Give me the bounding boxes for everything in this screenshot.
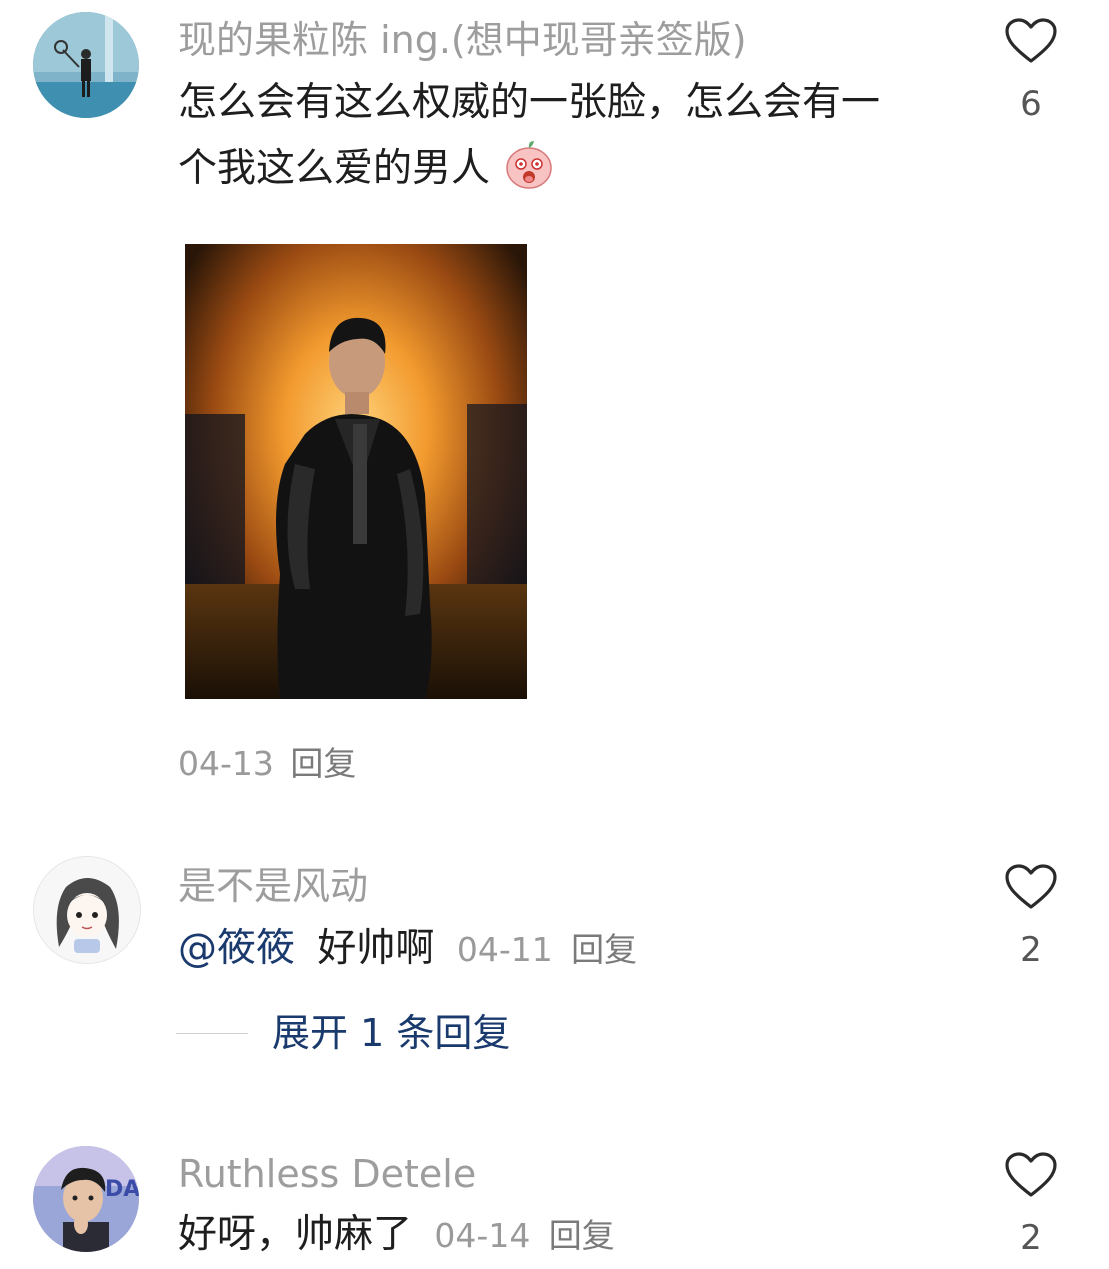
like-button[interactable] bbox=[1004, 17, 1058, 65]
comment-item: 现的果粒陈 ing.(想中现哥亲签版) 怎么会有这么权威的一张脸，怎么会有一 个… bbox=[0, 0, 1109, 800]
heart-outline-icon bbox=[1005, 864, 1057, 909]
like-count: 2 bbox=[1020, 930, 1042, 970]
comment-date: 04-13 bbox=[178, 744, 274, 783]
comment-text: 好呀，帅麻了 04-14 回复 bbox=[178, 1202, 615, 1269]
expand-replies-button[interactable]: 展开 1 条回复 bbox=[272, 1009, 510, 1057]
comment-item: 是不是风动 @筱筱 好帅啊 04-11 回复 2 展开 1 条回复 bbox=[0, 850, 1109, 1080]
comment-meta: 04-13 回复 bbox=[178, 742, 356, 786]
mention-link[interactable]: @筱筱 bbox=[178, 926, 295, 971]
comment-date: 04-11 bbox=[456, 930, 553, 969]
like-button[interactable] bbox=[1004, 863, 1058, 911]
heart-outline-icon bbox=[1005, 18, 1057, 63]
avatar[interactable]: DA bbox=[33, 1146, 139, 1252]
like-button[interactable] bbox=[1004, 1151, 1058, 1199]
username[interactable]: 现的果粒陈 ing.(想中现哥亲签版) bbox=[178, 16, 747, 64]
heart-outline-icon bbox=[1005, 1152, 1057, 1197]
reply-button[interactable]: 回复 bbox=[290, 744, 356, 783]
reply-button[interactable]: 回复 bbox=[571, 930, 637, 969]
divider bbox=[176, 1033, 248, 1034]
blushing-face-emoji-icon bbox=[506, 139, 553, 189]
like-count: 6 bbox=[1020, 84, 1042, 124]
comment-item: DA Ruthless Detele 好呀，帅麻了 04-14 回复 2 bbox=[0, 1140, 1109, 1258]
avatar[interactable] bbox=[33, 856, 141, 964]
like-count: 2 bbox=[1020, 1218, 1042, 1258]
svg-text:DA: DA bbox=[105, 1177, 139, 1202]
username[interactable]: 是不是风动 bbox=[178, 862, 368, 910]
comment-text: 怎么会有这么权威的一张脸，怎么会有一 个我这么爱的男人 bbox=[178, 70, 880, 202]
comment-text-line: 怎么会有这么权威的一张脸，怎么会有一 bbox=[178, 80, 881, 125]
comment-text-fragment: 好呀，帅麻了 bbox=[178, 1212, 413, 1257]
comment-text: @筱筱 好帅啊 04-11 回复 bbox=[178, 916, 637, 983]
avatar[interactable] bbox=[33, 12, 139, 118]
username[interactable]: Ruthless Detele bbox=[178, 1150, 476, 1198]
comment-image[interactable] bbox=[185, 244, 527, 699]
reply-button[interactable]: 回复 bbox=[549, 1216, 615, 1255]
comment-text-line: 个我这么爱的男人 bbox=[178, 136, 880, 202]
comment-text-fragment: 好帅啊 bbox=[317, 926, 435, 971]
comment-date: 04-14 bbox=[434, 1216, 531, 1255]
comment-text-fragment: 个我这么爱的男人 bbox=[178, 146, 491, 191]
